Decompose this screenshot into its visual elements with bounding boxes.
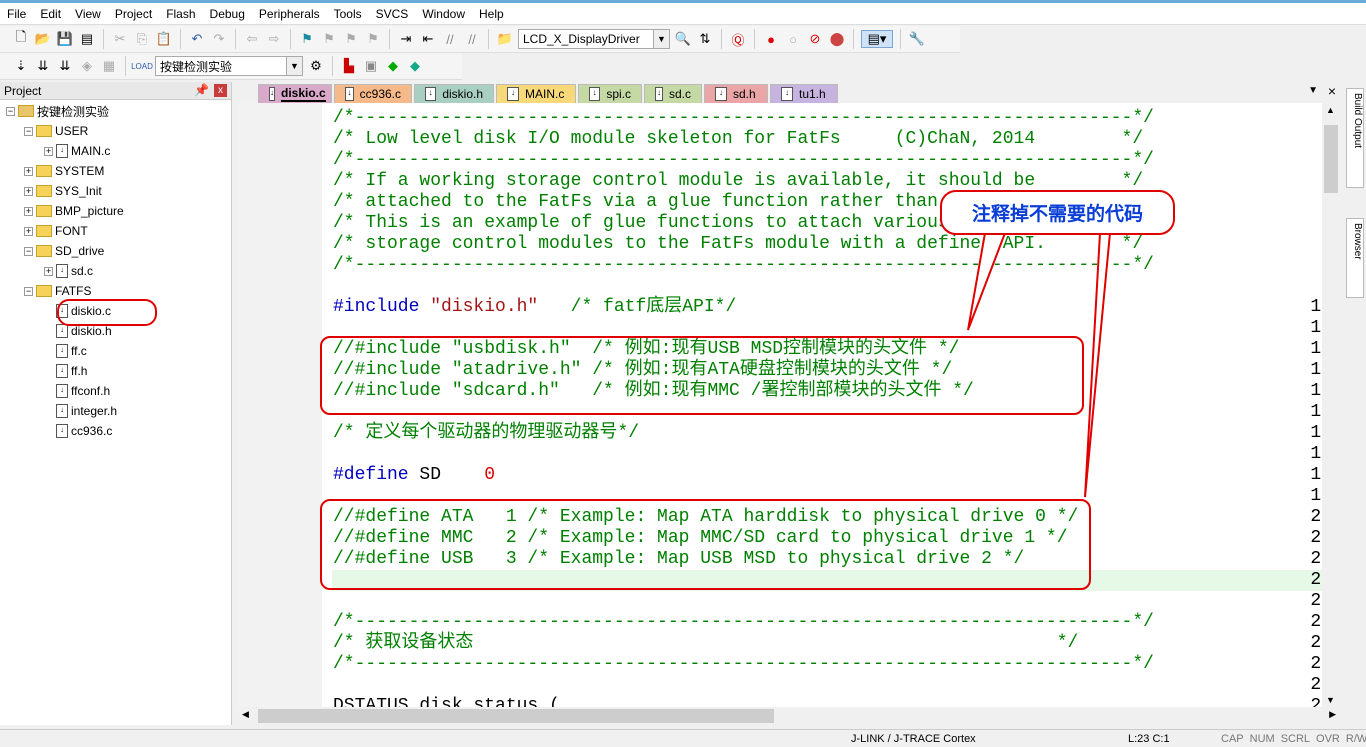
status-cursor-position: L:23 C:1 <box>1128 733 1170 745</box>
status-flag-scrl: SCRL <box>1280 733 1311 745</box>
status-bar: J-LINK / J-TRACE Cortex L:23 C:1 CAP NUM S… <box>0 729 1366 747</box>
callout-pointers <box>967 232 1111 498</box>
status-flag-cap: CAP <box>1221 733 1244 745</box>
status-debugger: J-LINK / J-TRACE Cortex <box>851 733 976 745</box>
status-flag-rw: R/W <box>1345 733 1366 745</box>
annotation-callout: 注释掉不需要的代码 <box>940 190 1175 235</box>
status-flags: CAP NUM SCRL OVR R/W <box>1221 733 1366 745</box>
status-flag-ovr: OVR <box>1316 733 1340 745</box>
status-flag-num: NUM <box>1249 733 1275 745</box>
